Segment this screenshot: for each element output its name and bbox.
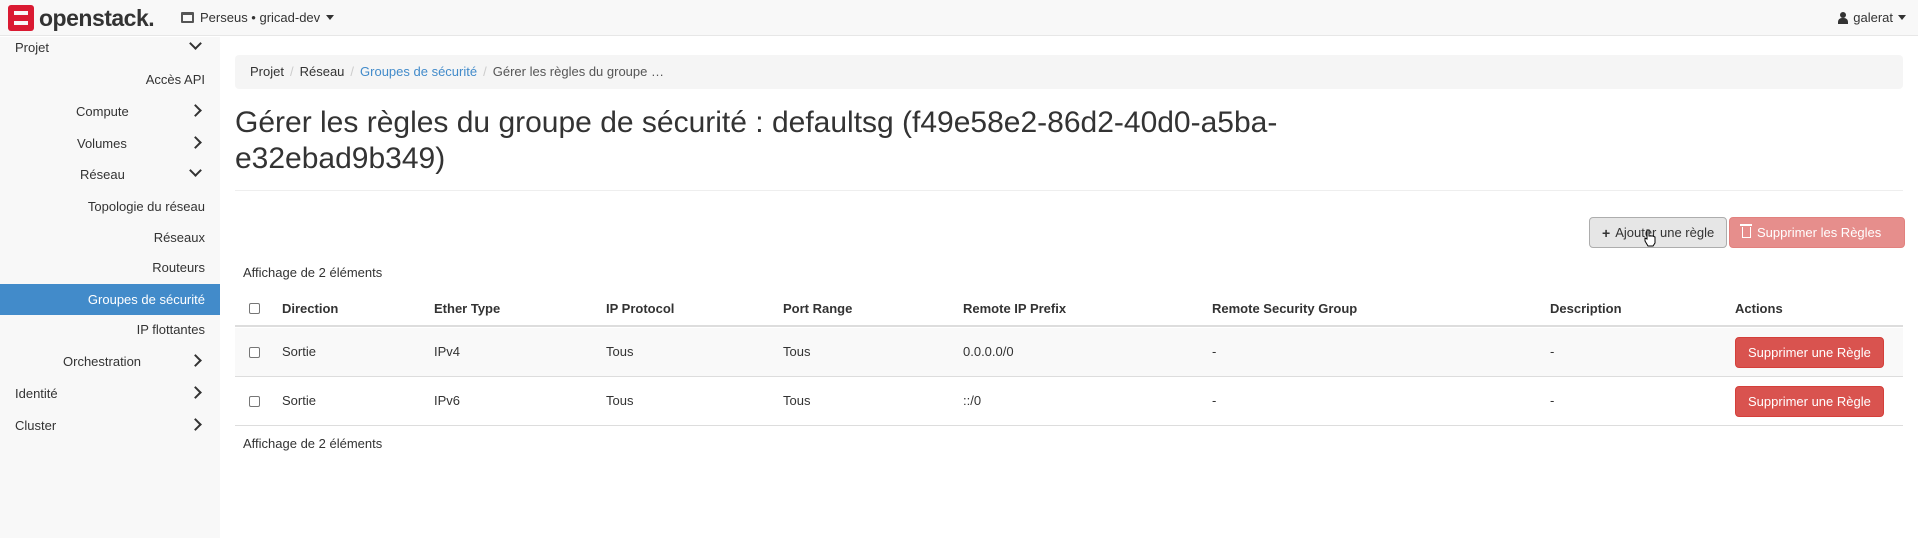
column-header[interactable]: Description [1550,301,1622,316]
column-header[interactable]: Port Range [783,301,852,316]
trash-icon [1740,224,1752,238]
column-header[interactable]: Direction [282,301,338,316]
table-row: Sortie IPv4 Tous Tous 0.0.0.0/0 - - Supp… [235,328,1903,377]
sidebar-item-acces-api[interactable]: Accès API [0,63,220,95]
sidebar-item-compute[interactable]: Compute [0,95,220,127]
cell-remote-security-group: - [1212,393,1217,408]
column-header: Actions [1735,301,1783,316]
sidebar-item-label: Réseau [80,166,125,182]
cell-ether-type: IPv6 [434,393,461,408]
sidebar-item-projet[interactable]: Projet [0,31,220,63]
column-header[interactable]: Remote IP Prefix [963,301,1066,316]
breadcrumb-separator: / [289,64,294,79]
table-row: Sortie IPv6 Tous Tous ::/0 - - Supprimer… [235,377,1903,426]
breadcrumb-current: Gérer les règles du groupe … [492,64,664,79]
cell-ip-protocol: Tous [606,344,634,359]
breadcrumb-separator: / [350,64,355,79]
sidebar-item-groupes-securite[interactable]: Groupes de sécurité [0,284,220,315]
item-count-top: Affichage de 2 éléments [243,265,383,280]
sidebar-item-routeurs[interactable]: Routeurs [0,251,220,283]
delete-rules-button[interactable]: Supprimer les Règles [1729,217,1905,248]
sidebar-item-label: Groupes de sécurité [87,292,205,307]
cell-direction: Sortie [282,344,316,359]
sidebar-item-orchestration[interactable]: Orchestration [0,345,220,377]
chevron-down-icon [189,164,202,177]
cell-port-range: Tous [783,344,811,359]
cell-remote-ip-prefix: 0.0.0.0/0 [963,344,1014,359]
caret-down-icon [326,15,335,20]
hand-cursor-icon [1644,229,1656,247]
sidebar-item-label: Identité [15,385,58,401]
sidebar-item-reseaux[interactable]: Réseaux [0,221,220,253]
sidebar-item-ip-flottantes[interactable]: IP flottantes [0,313,220,345]
sidebar-item-topologie[interactable]: Topologie du réseau [0,190,220,222]
top-navbar: openstack. Perseus • gricad-dev galerat [0,0,1918,36]
table-header: Direction Ether Type IP Protocol Port Ra… [235,290,1903,327]
sidebar-item-label: Volumes [77,135,127,151]
column-header[interactable]: Remote Security Group [1212,301,1357,316]
sidebar-item-label: Topologie du réseau [87,198,205,214]
chevron-right-icon [189,418,202,431]
sidebar-item-identite[interactable]: Identité [0,377,220,409]
cell-ether-type: IPv4 [434,344,461,359]
title-divider [235,190,1903,191]
sidebar-item-label: Réseaux [153,229,205,245]
cell-direction: Sortie [282,393,316,408]
delete-rules-label: Supprimer les Règles [1757,225,1882,240]
project-icon [181,12,194,23]
row-checkbox[interactable] [249,347,260,358]
sidebar-item-label: Projet [15,39,49,55]
cell-remote-ip-prefix: ::/0 [963,393,982,408]
sidebar-item-label: Routeurs [152,259,205,275]
user-name: galerat [1853,10,1893,25]
chevron-right-icon [189,386,202,399]
delete-rule-button[interactable]: Supprimer une Règle [1735,386,1884,417]
sidebar-item-cluster[interactable]: Cluster [0,409,220,441]
breadcrumb-item-projet[interactable]: Projet [250,64,284,80]
caret-down-icon [1898,15,1906,20]
sidebar-item-label: IP flottantes [136,321,205,337]
add-rule-button[interactable]: + Ajouter une règle [1589,217,1728,248]
openstack-logo[interactable]: openstack. [8,4,155,31]
openstack-logo-icon [8,5,34,31]
chevron-down-icon [189,37,202,50]
sidebar-item-label: Orchestration [63,353,142,369]
delete-rule-button[interactable]: Supprimer une Règle [1735,337,1884,368]
cell-description: - [1550,393,1555,408]
sidebar-item-label: Compute [76,103,129,119]
row-checkbox[interactable] [249,396,260,407]
project-picker[interactable]: Perseus • gricad-dev [181,10,335,25]
logo-text: openstack. [39,4,155,31]
cell-description: - [1550,344,1555,359]
select-all-checkbox[interactable] [249,303,260,314]
user-icon [1838,11,1849,24]
column-header[interactable]: IP Protocol [606,301,674,316]
cell-remote-security-group: - [1212,344,1217,359]
chevron-right-icon [189,104,202,117]
cell-ip-protocol: Tous [606,393,634,408]
breadcrumb-link-groupes[interactable]: Groupes de sécurité [360,64,477,80]
item-count-bottom: Affichage de 2 éléments [243,436,383,451]
sidebar: Projet Accès API Compute Volumes Réseau … [0,37,220,538]
breadcrumb-separator: / [483,64,487,79]
cell-port-range: Tous [783,393,811,408]
user-menu[interactable]: galerat [1838,10,1906,25]
sidebar-item-volumes[interactable]: Volumes [0,127,220,159]
chevron-right-icon [189,136,202,149]
page-title: Gérer les règles du groupe de sécurité :… [235,106,1278,175]
add-rule-label: Ajouter une règle [1615,225,1715,240]
breadcrumb: Projet / Réseau / Groupes de sécurité / … [235,55,1903,89]
sidebar-item-reseau[interactable]: Réseau [0,158,220,190]
plus-icon: + [1602,224,1611,241]
chevron-right-icon [189,354,202,367]
sidebar-item-label: Accès API [145,71,205,87]
breadcrumb-item-reseau[interactable]: Réseau [300,64,345,80]
project-name: Perseus • gricad-dev [200,10,321,25]
column-header[interactable]: Ether Type [434,301,500,316]
sidebar-item-label: Cluster [15,417,57,433]
